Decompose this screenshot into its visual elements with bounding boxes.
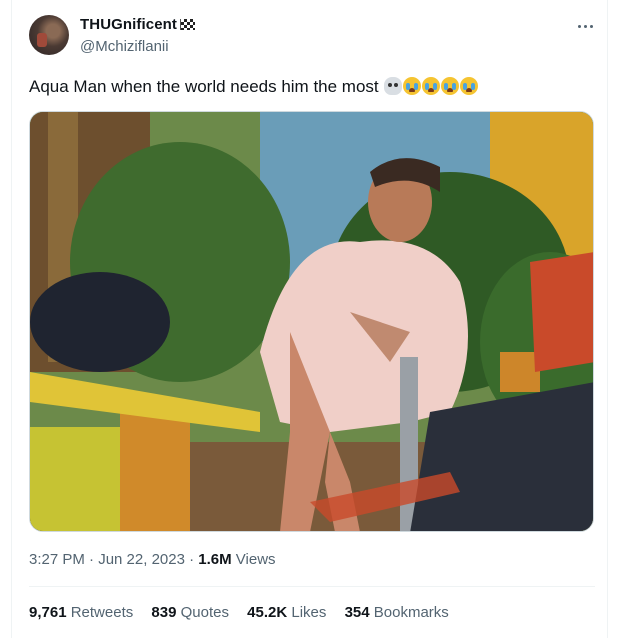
- tweet-text-body: Aqua Man when the world needs him the mo…: [29, 77, 379, 96]
- crying-face-emoji-icon: [403, 77, 422, 95]
- bookmarks-stat[interactable]: 354 Bookmarks: [345, 604, 449, 621]
- retweets-stat[interactable]: 9,761 Retweets: [29, 604, 133, 621]
- author-name-text[interactable]: THUGnificent: [80, 16, 177, 33]
- retweets-count: 9,761: [29, 604, 67, 621]
- crying-face-emoji-icon: [422, 77, 441, 95]
- author-name[interactable]: THUGnificent: [80, 16, 196, 33]
- bookmarks-count: 354: [344, 604, 370, 621]
- tweet-meta: 3:27 PM · Jun 22, 2023 · 1.6M Views: [29, 551, 276, 568]
- likes-count: 45.2K: [247, 604, 288, 621]
- divider: [29, 586, 595, 587]
- quotes-stat[interactable]: 839 Quotes: [151, 604, 229, 621]
- author-handle[interactable]: @Mchiziflanii: [80, 38, 169, 55]
- likes-label: Likes: [291, 604, 327, 621]
- tweet-media-image[interactable]: [29, 111, 594, 532]
- bookmarks-label: Bookmarks: [373, 604, 449, 621]
- checkered-flag-icon: [180, 19, 196, 30]
- engagement-stats: 9,761 Retweets 839 Quotes 45.2K Likes 35…: [29, 604, 463, 621]
- views-label: Views: [231, 551, 276, 568]
- crying-face-emoji-icon: [460, 77, 479, 95]
- quotes-count: 839: [151, 604, 177, 621]
- timestamp[interactable]: 3:27 PM · Jun 22, 2023 ·: [29, 551, 198, 568]
- quotes-label: Quotes: [180, 604, 229, 621]
- avatar[interactable]: [29, 15, 69, 55]
- likes-stat[interactable]: 45.2K Likes: [247, 604, 326, 621]
- skull-emoji-icon: [384, 77, 403, 95]
- more-options-icon[interactable]: [572, 16, 598, 36]
- crying-face-emoji-icon: [441, 77, 460, 95]
- tweet-text: Aqua Man when the world needs him the mo…: [29, 77, 479, 97]
- retweets-label: Retweets: [70, 604, 134, 621]
- views-count: 1.6M: [198, 551, 232, 568]
- media-illustration: [30, 112, 593, 531]
